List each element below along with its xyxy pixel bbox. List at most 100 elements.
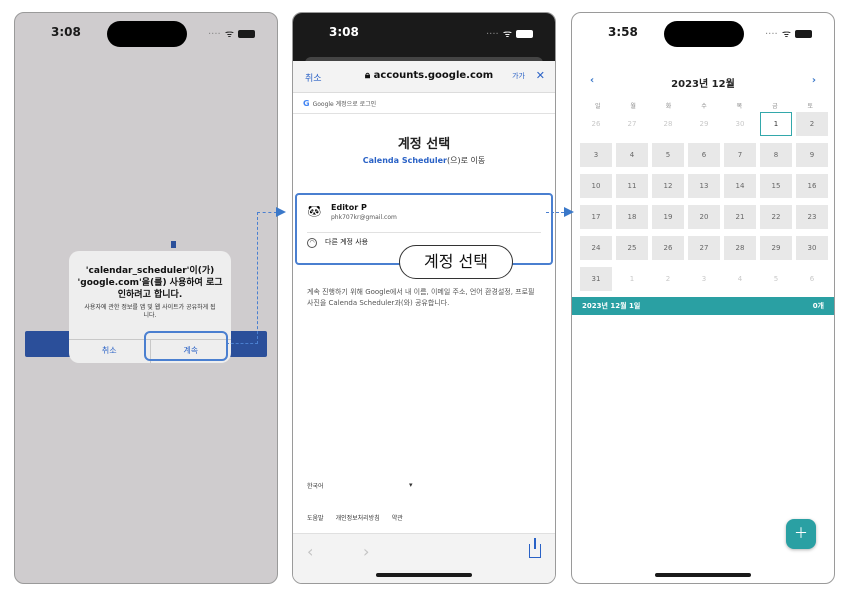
privacy-link[interactable]: 개인정보처리방침 bbox=[336, 515, 380, 522]
alert-cancel-button[interactable]: 취소 bbox=[69, 340, 150, 363]
share-icon[interactable] bbox=[529, 538, 541, 558]
calendar-day[interactable]: 26 bbox=[652, 236, 684, 260]
calendar-day[interactable]: 4 bbox=[616, 143, 648, 167]
text-size-button[interactable]: 가가 bbox=[512, 71, 525, 81]
calendar-day-outside[interactable]: 26 bbox=[580, 112, 612, 136]
weekday-label: 화 bbox=[665, 103, 672, 110]
calendar-day[interactable]: 11 bbox=[616, 174, 648, 198]
weekday-label: 월 bbox=[630, 103, 636, 110]
dynamic-island bbox=[107, 21, 187, 47]
app-name-link[interactable]: Calenda Scheduler bbox=[363, 156, 447, 165]
status-time: 3:08 bbox=[329, 25, 359, 39]
alert-title: 'calendar_scheduler'이(가) 'google.com'을(를… bbox=[77, 266, 223, 300]
status-bar: 3:58 ···· ᯤ bbox=[572, 13, 834, 51]
close-icon[interactable]: ✕ bbox=[536, 69, 545, 82]
language-select[interactable]: 한국어 bbox=[307, 481, 324, 490]
status-time: 3:58 bbox=[608, 25, 638, 39]
phone-screen-account-chooser: 3:08 ···· ᯤ 취소 🔒︎ accounts.google.com 가가… bbox=[292, 12, 556, 584]
calendar-day[interactable]: 18 bbox=[616, 205, 648, 229]
calendar-day[interactable]: 24 bbox=[580, 236, 612, 260]
calendar-day[interactable]: 19 bbox=[652, 205, 684, 229]
calendar-day-outside[interactable]: 4 bbox=[724, 267, 756, 291]
calendar-day[interactable]: 17 bbox=[580, 205, 612, 229]
calendar-day[interactable]: 3 bbox=[580, 143, 612, 167]
home-indicator bbox=[376, 573, 472, 577]
page-title: 계정 선택 bbox=[397, 137, 451, 152]
calendar-day[interactable]: 2 bbox=[796, 112, 828, 136]
loading-indicator bbox=[171, 241, 176, 248]
weekday-label: 목 bbox=[736, 103, 743, 110]
chevron-down-icon[interactable]: ▾ bbox=[409, 481, 413, 489]
chevron-left-icon[interactable]: ‹ bbox=[590, 75, 594, 86]
calendar-day[interactable]: 10 bbox=[580, 174, 612, 198]
chevron-right-icon[interactable]: › bbox=[812, 75, 816, 86]
signal-icons: ···· ᯤ bbox=[765, 26, 812, 40]
alert-body: 사용자에 관한 정보를 앱 및 웹 사이트가 공유하게 됩니다. bbox=[84, 304, 216, 319]
calendar-day[interactable]: 22 bbox=[760, 205, 792, 229]
connector-dash-1a bbox=[226, 343, 258, 344]
calendar-day[interactable]: 6 bbox=[688, 143, 720, 167]
lock-icon: 🔒︎ bbox=[364, 70, 374, 81]
selected-date-bar: 2023년 12월 1일 0개 bbox=[572, 297, 834, 315]
connector-dash-1c bbox=[257, 212, 277, 213]
consent-description: 계속 진행하기 위해 Google에서 내 이름, 이메일 주소, 언어 환경설… bbox=[307, 288, 535, 307]
calendar-day[interactable]: 27 bbox=[688, 236, 720, 260]
continue-highlight-box bbox=[144, 331, 228, 361]
google-signin-bar: G Google 계정으로 로그인 bbox=[293, 94, 555, 114]
calendar-day[interactable]: 31 bbox=[580, 267, 612, 291]
calendar-day[interactable]: 1 bbox=[760, 112, 792, 136]
weekday-label: 일 bbox=[594, 103, 601, 110]
battery-icon bbox=[795, 30, 812, 38]
status-time: 3:08 bbox=[51, 25, 81, 39]
calendar-day[interactable]: 29 bbox=[760, 236, 792, 260]
calendar-day[interactable]: 16 bbox=[796, 174, 828, 198]
page-subtitle: Calenda Scheduler(으)로 이동 bbox=[293, 155, 555, 166]
browser-cancel-button[interactable]: 취소 bbox=[305, 71, 322, 84]
status-bar: 3:08 ···· ᯤ bbox=[15, 13, 277, 51]
weekday-label: 토 bbox=[807, 103, 814, 110]
subtitle-suffix: (으)로 이동 bbox=[446, 156, 486, 165]
calendar-day[interactable]: 9 bbox=[796, 143, 828, 167]
terms-link[interactable]: 약관 bbox=[392, 515, 403, 522]
calendar-day-outside[interactable]: 5 bbox=[760, 267, 792, 291]
calendar-day[interactable]: 30 bbox=[796, 236, 828, 260]
calendar-day-outside[interactable]: 28 bbox=[652, 112, 684, 136]
calendar-day[interactable]: 14 bbox=[724, 174, 756, 198]
calendar-day[interactable]: 13 bbox=[688, 174, 720, 198]
callout-bubble: 계정 선택 bbox=[399, 245, 513, 279]
signal-icons: ···· ᯤ bbox=[486, 26, 533, 40]
calendar-day[interactable]: 8 bbox=[760, 143, 792, 167]
calendar-day[interactable]: 21 bbox=[724, 205, 756, 229]
google-signin-text: Google 계정으로 로그인 bbox=[312, 101, 377, 108]
phone-screen-calendar: 3:58 ···· ᯤ 2023년 12월 ‹ › 일월화수목금토 26 27 28… bbox=[571, 12, 835, 584]
google-logo-icon: G bbox=[303, 99, 310, 108]
calendar-day-outside[interactable]: 6 bbox=[796, 267, 828, 291]
calendar-day[interactable]: 28 bbox=[724, 236, 756, 260]
arrow-right-icon bbox=[276, 207, 286, 217]
calendar-day[interactable]: 15 bbox=[760, 174, 792, 198]
calendar-day[interactable]: 25 bbox=[616, 236, 648, 260]
phone-screen-login-alert: 3:08 ···· ᯤ 'calendar_scheduler'이(가) 'go… bbox=[14, 12, 278, 584]
calendar-day-outside[interactable]: 1 bbox=[616, 267, 648, 291]
add-event-button[interactable]: ＋ bbox=[786, 519, 816, 549]
back-icon[interactable]: ‹ bbox=[307, 542, 313, 561]
forward-icon[interactable]: › bbox=[363, 542, 369, 561]
calendar-day[interactable]: 5 bbox=[652, 143, 684, 167]
calendar-day[interactable]: 20 bbox=[688, 205, 720, 229]
arrow-right-icon bbox=[564, 207, 574, 217]
calendar-day[interactable]: 23 bbox=[796, 205, 828, 229]
url-display: 🔒︎ accounts.google.com bbox=[364, 70, 494, 81]
status-bar: 3:08 ···· ᯤ bbox=[293, 13, 555, 61]
battery-icon bbox=[238, 30, 255, 38]
calendar-day-outside[interactable]: 3 bbox=[688, 267, 720, 291]
footer-links: 도움말 개인정보처리방침 약관 bbox=[307, 513, 415, 522]
dynamic-island bbox=[664, 21, 744, 47]
calendar-day-outside[interactable]: 27 bbox=[616, 112, 648, 136]
help-link[interactable]: 도움말 bbox=[307, 515, 324, 522]
calendar-day[interactable]: 12 bbox=[652, 174, 684, 198]
calendar-day-outside[interactable]: 30 bbox=[724, 112, 756, 136]
calendar-day-outside[interactable]: 29 bbox=[688, 112, 720, 136]
calendar-day-outside[interactable]: 2 bbox=[652, 267, 684, 291]
calendar-day[interactable]: 7 bbox=[724, 143, 756, 167]
connector-dash-2 bbox=[546, 212, 564, 213]
